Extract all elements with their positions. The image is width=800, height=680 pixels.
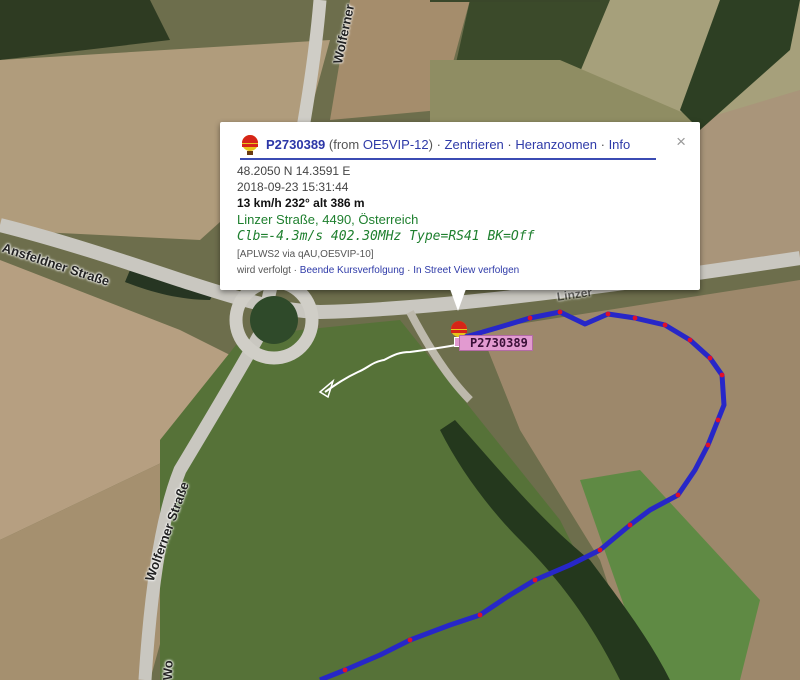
zoom-in-link[interactable]: Heranzoomen [515, 137, 597, 152]
streetview-link[interactable]: In Street View verfolgen [413, 265, 519, 276]
popup-title: P2730389 (from OE5VIP-12) · Zentrieren ·… [266, 137, 630, 152]
stop-tracking-link[interactable]: Beende Kursverfolgung [300, 265, 405, 276]
popup-callsign[interactable]: P2730389 [266, 137, 325, 152]
info-link[interactable]: Info [609, 137, 631, 152]
center-link[interactable]: Zentrieren [445, 137, 504, 152]
marker-label[interactable]: P2730389 [459, 335, 533, 351]
popup-timestamp: 2018-09-23 15:31:44 [237, 180, 349, 194]
popup-motion: 13 km/h 232° alt 386 m [237, 196, 365, 210]
popup-path: [APLWS2 via qAU,OE5VIP-10] [237, 249, 374, 260]
tracked-text: wird verfolgt · [237, 265, 300, 276]
popup-tracking-row: wird verfolgt · Beende Kursverfolgung · … [237, 265, 519, 276]
popup-position: 48.2050 N 14.3591 E [237, 164, 351, 178]
satellite-map[interactable]: Ansfeldner Straße Wolferner Wolferner St… [0, 0, 800, 680]
from-station-link[interactable]: OE5VIP-12 [363, 137, 429, 152]
from-prefix: (from [328, 137, 363, 152]
info-popup: × P2730389 (from OE5VIP-12) · Zentrieren… [220, 122, 700, 290]
separator: · [432, 137, 445, 152]
popup-header: P2730389 (from OE5VIP-12) · Zentrieren ·… [240, 134, 656, 160]
popup-comment: Clb=-4.3m/s 402.30MHz Type=RS41 BK=Off [237, 229, 535, 244]
close-icon[interactable]: × [676, 132, 686, 152]
separator: · [404, 265, 414, 276]
popup-tail [450, 289, 466, 311]
road-label-wolferner-bottom: Wo [160, 660, 176, 680]
separator: · [503, 137, 516, 152]
hot-air-balloon-icon [242, 135, 258, 155]
map-imagery [0, 0, 800, 680]
popup-address: Linzer Straße, 4490, Österreich [237, 212, 419, 227]
separator: · [597, 137, 609, 152]
